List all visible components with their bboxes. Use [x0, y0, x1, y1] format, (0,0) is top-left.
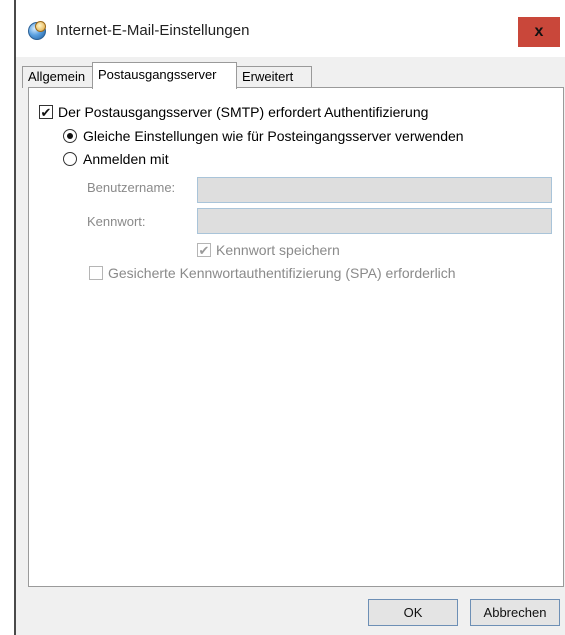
settings-dialog: Internet-E-Mail-Einstellungen x Allgemei… [14, 0, 565, 635]
tab-allgemein[interactable]: Allgemein [22, 66, 93, 88]
cancel-button[interactable]: Abbrechen [470, 599, 560, 626]
title-bar: Internet-E-Mail-Einstellungen x [16, 0, 565, 57]
tab-erweitert[interactable]: Erweitert [236, 66, 312, 88]
same-settings-radio[interactable] [63, 129, 77, 143]
password-label: Kennwort: [87, 214, 146, 229]
close-button[interactable]: x [518, 17, 560, 47]
smtp-auth-checkbox[interactable]: ✔ [39, 105, 53, 119]
tab-postausgangsserver[interactable]: Postausgangsserver [92, 62, 237, 89]
login-with-label: Anmelden mit [83, 151, 169, 167]
spa-label: Gesicherte Kennwortauthentifizierung (SP… [108, 265, 456, 281]
password-field[interactable] [197, 208, 552, 234]
ok-button[interactable]: OK [368, 599, 458, 626]
save-password-label: Kennwort speichern [216, 242, 340, 258]
login-with-radio[interactable] [63, 152, 77, 166]
smtp-auth-option[interactable]: ✔ Der Postausgangsserver (SMTP) erforder… [39, 104, 428, 120]
tab-bar: Allgemein Postausgangsserver Erweitert [16, 62, 565, 89]
spa-option[interactable]: Gesicherte Kennwortauthentifizierung (SP… [89, 265, 456, 281]
login-with-option[interactable]: Anmelden mit [63, 151, 169, 167]
save-password-checkbox[interactable]: ✔ [197, 243, 211, 257]
save-password-option[interactable]: ✔ Kennwort speichern [197, 242, 340, 258]
outlook-icon [28, 21, 46, 40]
same-settings-label: Gleiche Einstellungen wie für Posteingan… [83, 128, 464, 144]
tab-panel: ✔ Der Postausgangsserver (SMTP) erforder… [28, 87, 564, 587]
window-title: Internet-E-Mail-Einstellungen [56, 22, 250, 39]
spa-checkbox[interactable] [89, 266, 103, 280]
username-field[interactable] [197, 177, 552, 203]
radio-selected-dot [67, 133, 73, 139]
same-settings-option[interactable]: Gleiche Einstellungen wie für Posteingan… [63, 128, 464, 144]
smtp-auth-label: Der Postausgangsserver (SMTP) erfordert … [58, 104, 429, 120]
username-label: Benutzername: [87, 180, 176, 195]
